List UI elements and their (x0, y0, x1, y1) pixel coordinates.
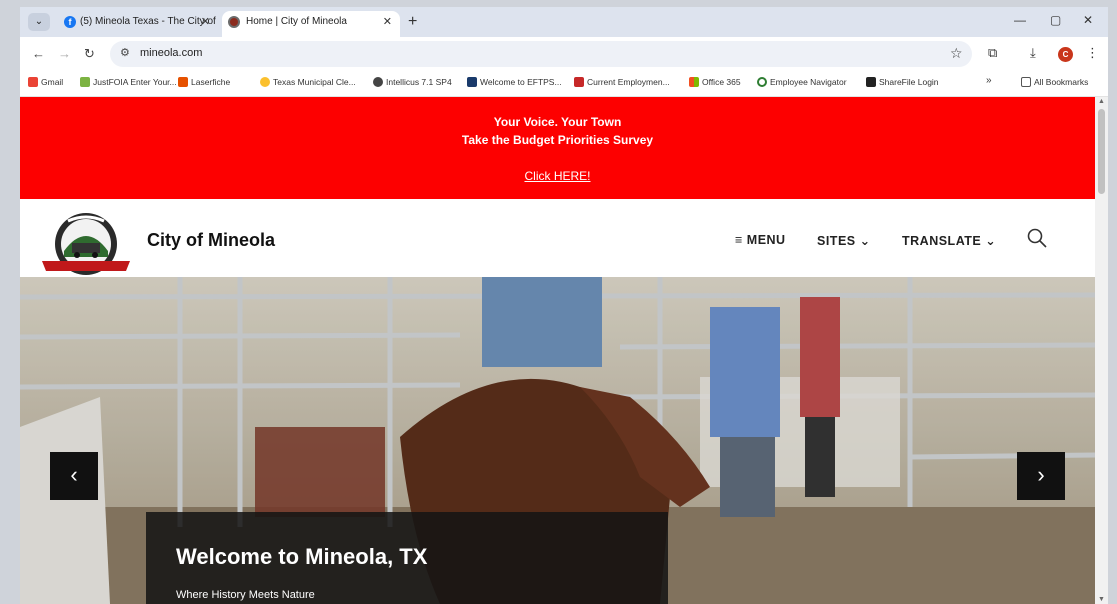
reload-icon[interactable]: ↻ (84, 46, 95, 62)
menu-button[interactable]: ≡ MENU (735, 233, 786, 247)
tab-strip: ⌄ f (5) Mineola Texas - The City of ✕ Ho… (20, 7, 1108, 37)
new-tab-button[interactable]: + (408, 11, 417, 33)
facebook-icon: f (64, 16, 76, 28)
city-logo[interactable] (40, 211, 132, 285)
page-viewport: Your Voice. Your Town Take the Budget Pr… (20, 97, 1095, 604)
banner-line2: Take the Budget Priorities Survey (461, 133, 654, 147)
browser-toolbar: ← → ↻ ⚙ mineola.com ☆ ⧉ ⤓ C ⋮ (20, 37, 1108, 71)
tab-title: (5) Mineola Texas - The City of (80, 16, 216, 27)
chevron-down-icon: ⌄ (985, 234, 997, 248)
survey-link[interactable]: Click HERE! (20, 169, 1095, 183)
site-header: City of Mineola ≡ MENU SITES ⌄ TRANSLATE… (20, 199, 1095, 285)
hero-subtitle: Where History Meets Nature (176, 589, 315, 601)
bookmarks-bar: Gmail JustFOIA Enter Your... Laserfiche … (20, 71, 1108, 97)
justfoia-icon (80, 77, 90, 87)
window-close-icon[interactable]: ✕ (1083, 13, 1093, 27)
scroll-down-icon[interactable]: ▼ (1098, 596, 1105, 603)
extensions-icon[interactable]: ⧉ (988, 45, 997, 61)
translate-dropdown[interactable]: TRANSLATE ⌄ (902, 233, 996, 248)
slider-next-button[interactable]: › (1017, 452, 1065, 500)
close-icon[interactable]: ✕ (201, 11, 210, 33)
minimize-icon[interactable]: — (1014, 13, 1026, 27)
star-icon (574, 77, 584, 87)
globe-icon (373, 77, 383, 87)
folder-icon (1021, 77, 1031, 87)
bookmark-justfoia[interactable]: JustFOIA Enter Your... (80, 77, 177, 87)
gmail-icon (28, 77, 38, 87)
back-icon[interactable]: ← (32, 46, 45, 61)
bookmark-eftps[interactable]: Welcome to EFTPS... (467, 77, 562, 87)
bookmark-star-icon[interactable]: ☆ (950, 45, 963, 62)
bookmark-current-employment[interactable]: Current Employmen... (574, 77, 670, 87)
eftps-icon (467, 77, 477, 87)
tab-title: Home | City of Mineola (246, 16, 347, 27)
sharefile-icon (866, 77, 876, 87)
close-icon[interactable]: ✕ (383, 11, 392, 33)
bookmark-intellicus[interactable]: Intellicus 7.1 SP4 (373, 77, 452, 87)
hamburger-icon: ≡ (735, 233, 743, 247)
page-scrollbar[interactable]: ▲ ▼ (1095, 97, 1108, 604)
office-icon (689, 77, 699, 87)
sites-dropdown[interactable]: SITES ⌄ (817, 233, 871, 248)
scroll-up-icon[interactable]: ▲ (1098, 98, 1105, 105)
maximize-icon[interactable]: ▢ (1050, 13, 1061, 27)
hero-caption: Welcome to Mineola, TX Where History Mee… (146, 512, 668, 604)
site-info-icon[interactable]: ⚙ (120, 46, 130, 59)
address-bar[interactable]: ⚙ mineola.com (110, 41, 972, 67)
city-seal-icon (228, 16, 240, 28)
url-text: mineola.com (140, 47, 203, 59)
chevron-down-icon: ⌄ (859, 234, 871, 248)
more-menu-icon[interactable]: ⋮ (1086, 45, 1099, 61)
forward-icon[interactable]: → (58, 46, 71, 61)
profile-avatar[interactable]: C (1058, 47, 1073, 62)
bookmark-employee-navigator[interactable]: Employee Navigator (757, 77, 847, 87)
bookmark-sharefile[interactable]: ShareFile Login (866, 77, 939, 87)
search-icon[interactable] (1026, 227, 1048, 249)
all-bookmarks-folder[interactable]: All Bookmarks (1021, 77, 1088, 87)
chevron-right-icon: › (1037, 462, 1045, 487)
browser-window: ⌄ f (5) Mineola Texas - The City of ✕ Ho… (20, 7, 1108, 604)
slider-prev-button[interactable]: ‹ (50, 452, 98, 500)
texas-municipal-icon (260, 77, 270, 87)
more-bookmarks-icon[interactable]: » (986, 75, 992, 86)
hero-slider: ‹ › Welcome to Mineola, TX Where History… (20, 277, 1095, 604)
tab-city-home[interactable]: Home | City of Mineola ✕ (222, 11, 400, 37)
survey-banner: Your Voice. Your Town Take the Budget Pr… (20, 97, 1095, 199)
chevron-left-icon: ‹ (70, 462, 78, 487)
tab-facebook[interactable]: f (5) Mineola Texas - The City of ✕ (58, 11, 218, 37)
laserfiche-icon (178, 77, 188, 87)
site-name[interactable]: City of Mineola (147, 230, 275, 251)
banner-line1: Your Voice. Your Town (493, 115, 622, 129)
tab-search-icon[interactable]: ⌄ (28, 13, 50, 31)
bookmark-office365[interactable]: Office 365 (689, 77, 741, 87)
bookmark-texas-municipal[interactable]: Texas Municipal Cle... (260, 77, 356, 87)
scroll-thumb[interactable] (1098, 109, 1105, 194)
navigator-icon (757, 77, 767, 87)
bookmark-gmail[interactable]: Gmail (28, 77, 63, 87)
hero-title: Welcome to Mineola, TX (176, 544, 428, 569)
download-icon[interactable]: ⤓ (1030, 45, 1036, 61)
bookmark-laserfiche[interactable]: Laserfiche (178, 77, 230, 87)
